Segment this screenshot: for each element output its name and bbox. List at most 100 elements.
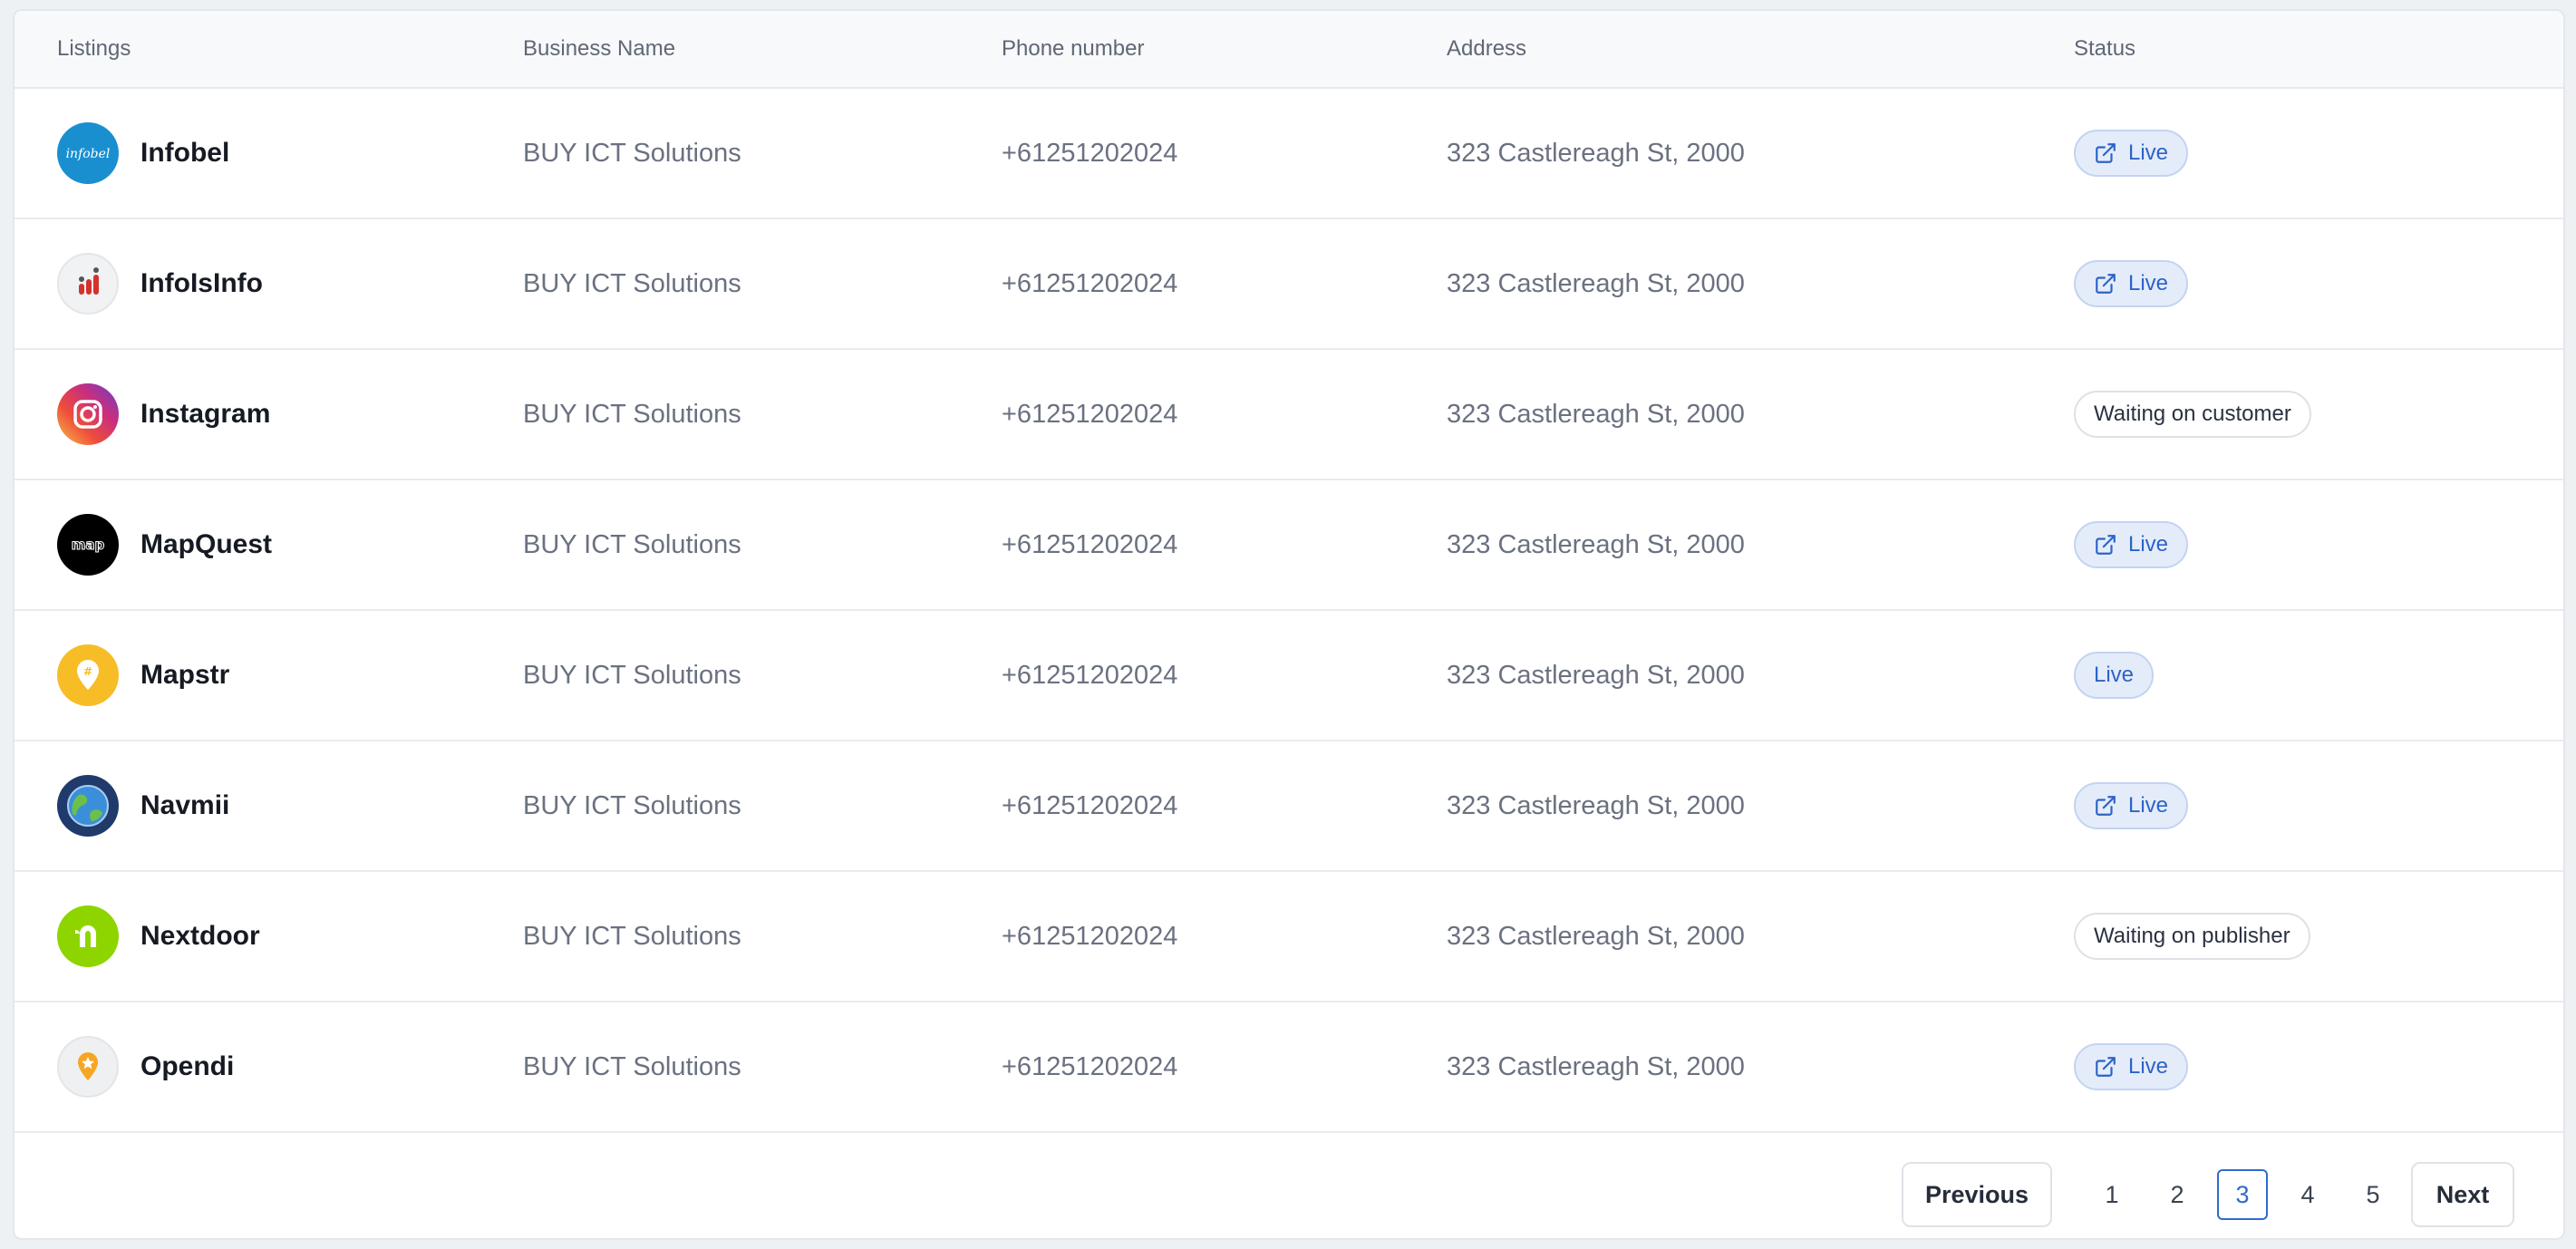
business-name-cell: BUY ICT Solutions — [523, 660, 741, 690]
listing-name: Mapstr — [140, 660, 230, 690]
status-label: Live — [2128, 1054, 2169, 1079]
business-name-cell: BUY ICT Solutions — [523, 921, 741, 951]
table-row: Navmii BUY ICT Solutions +61251202024 32… — [15, 741, 2563, 872]
phone-cell: +61251202024 — [1002, 660, 1178, 690]
listing-cell: Navmii — [57, 741, 229, 870]
status-cell: Live — [2074, 1002, 2189, 1131]
table-row: InfoIsInfo BUY ICT Solutions +6125120202… — [15, 219, 2563, 350]
infobel-logo-icon: infobel — [57, 122, 119, 184]
mapstr-logo-icon: # — [57, 644, 119, 706]
status-label: Waiting on customer — [2094, 402, 2291, 426]
address-cell: 323 Castlereagh St, 2000 — [1447, 268, 1745, 298]
status-badge-live-link[interactable]: Live — [2074, 782, 2189, 829]
table-row: Instagram BUY ICT Solutions +61251202024… — [15, 350, 2563, 480]
page-button-5[interactable]: 5 — [2348, 1169, 2398, 1220]
address-cell: 323 Castlereagh St, 2000 — [1447, 790, 1745, 820]
table-row: Nextdoor BUY ICT Solutions +61251202024 … — [15, 872, 2563, 1002]
status-badge-live-link[interactable]: Live — [2074, 1043, 2189, 1090]
navmii-logo-icon — [57, 775, 119, 837]
external-link-icon — [2096, 535, 2116, 555]
svg-text:#: # — [83, 665, 92, 678]
status-badge-live-link[interactable]: Live — [2074, 521, 2189, 568]
business-name-cell: BUY ICT Solutions — [523, 529, 741, 559]
phone-cell: +61251202024 — [1002, 268, 1178, 298]
opendi-logo-icon — [57, 1036, 119, 1098]
listing-cell: Instagram — [57, 350, 270, 479]
address-cell: 323 Castlereagh St, 2000 — [1447, 529, 1745, 559]
listing-name: Infobel — [140, 138, 230, 168]
business-name-cell: BUY ICT Solutions — [523, 790, 741, 820]
listing-cell: infobel Infobel — [57, 89, 229, 218]
listing-name: Instagram — [140, 399, 271, 429]
listing-name: Nextdoor — [140, 921, 260, 951]
status-label: Live — [2128, 140, 2169, 165]
address-cell: 323 Castlereagh St, 2000 — [1447, 921, 1745, 951]
previous-page-button[interactable]: Previous — [1902, 1162, 2052, 1227]
status-cell: Live — [2074, 611, 2155, 740]
business-name-cell: BUY ICT Solutions — [523, 268, 741, 298]
status-label: Live — [2094, 663, 2135, 687]
listing-cell: Opendi — [57, 1002, 234, 1131]
external-link-icon — [2096, 796, 2116, 816]
address-cell: 323 Castlereagh St, 2000 — [1447, 138, 1745, 168]
status-cell: Live — [2074, 480, 2189, 609]
next-page-button[interactable]: Next — [2411, 1162, 2514, 1227]
listing-name: Opendi — [140, 1051, 235, 1081]
business-name-cell: BUY ICT Solutions — [523, 138, 741, 168]
infoisinfo-logo-icon — [57, 253, 119, 315]
status-badge-waiting: Waiting on publisher — [2074, 913, 2310, 960]
status-cell: Live — [2074, 741, 2189, 870]
page-button-4[interactable]: 4 — [2282, 1169, 2333, 1220]
mapquest-logo-icon: map — [57, 514, 119, 576]
listing-name: Navmii — [140, 790, 230, 820]
listings-table-card: Listings Business Name Phone number Addr… — [13, 9, 2565, 1240]
listing-name: InfoIsInfo — [140, 268, 263, 298]
status-label: Waiting on publisher — [2094, 924, 2290, 948]
pagination: Previous 1 2 3 4 5 Next — [15, 1151, 2563, 1238]
instagram-logo-icon — [57, 383, 119, 445]
status-cell: Waiting on customer — [2074, 350, 2311, 479]
phone-cell: +61251202024 — [1002, 529, 1178, 559]
external-link-icon — [2096, 143, 2116, 163]
status-badge-live-link[interactable]: Live — [2074, 260, 2189, 307]
page-button-1[interactable]: 1 — [2087, 1169, 2137, 1220]
phone-cell: +61251202024 — [1002, 138, 1178, 168]
status-badge-live-link[interactable]: Live — [2074, 130, 2189, 177]
column-header-address: Address — [1447, 36, 1527, 61]
table-body: infobel Infobel BUY ICT Solutions +61251… — [15, 89, 2563, 1133]
status-label: Live — [2128, 532, 2169, 557]
column-header-business-name: Business Name — [523, 36, 676, 61]
status-badge-live: Live — [2074, 652, 2155, 699]
nextdoor-logo-icon — [57, 905, 119, 967]
status-cell: Live — [2074, 89, 2189, 218]
table-row: infobel Infobel BUY ICT Solutions +61251… — [15, 89, 2563, 219]
column-header-listings: Listings — [57, 36, 131, 61]
phone-cell: +61251202024 — [1002, 399, 1178, 429]
status-label: Live — [2128, 793, 2169, 818]
page-button-3-current[interactable]: 3 — [2217, 1169, 2268, 1220]
external-link-icon — [2096, 1057, 2116, 1077]
phone-cell: +61251202024 — [1002, 790, 1178, 820]
svg-text:map: map — [72, 537, 105, 553]
column-header-phone: Phone number — [1002, 36, 1145, 61]
table-header: Listings Business Name Phone number Addr… — [15, 11, 2563, 89]
svg-text:infobel: infobel — [66, 147, 111, 161]
table-row: map MapQuest BUY ICT Solutions +61251202… — [15, 480, 2563, 611]
status-label: Live — [2128, 271, 2169, 295]
listing-cell: # Mapstr — [57, 611, 229, 740]
address-cell: 323 Castlereagh St, 2000 — [1447, 1051, 1745, 1081]
business-name-cell: BUY ICT Solutions — [523, 399, 741, 429]
listing-cell: InfoIsInfo — [57, 219, 263, 348]
status-cell: Waiting on publisher — [2074, 872, 2310, 1001]
address-cell: 323 Castlereagh St, 2000 — [1447, 660, 1745, 690]
status-badge-waiting: Waiting on customer — [2074, 391, 2311, 438]
address-cell: 323 Castlereagh St, 2000 — [1447, 399, 1745, 429]
listing-name: MapQuest — [140, 529, 273, 559]
listing-cell: map MapQuest — [57, 480, 272, 609]
listing-cell: Nextdoor — [57, 872, 260, 1001]
external-link-icon — [2096, 274, 2116, 294]
table-row: Opendi BUY ICT Solutions +61251202024 32… — [15, 1002, 2563, 1133]
page-button-2[interactable]: 2 — [2152, 1169, 2203, 1220]
table-row: # Mapstr BUY ICT Solutions +61251202024 … — [15, 611, 2563, 741]
business-name-cell: BUY ICT Solutions — [523, 1051, 741, 1081]
